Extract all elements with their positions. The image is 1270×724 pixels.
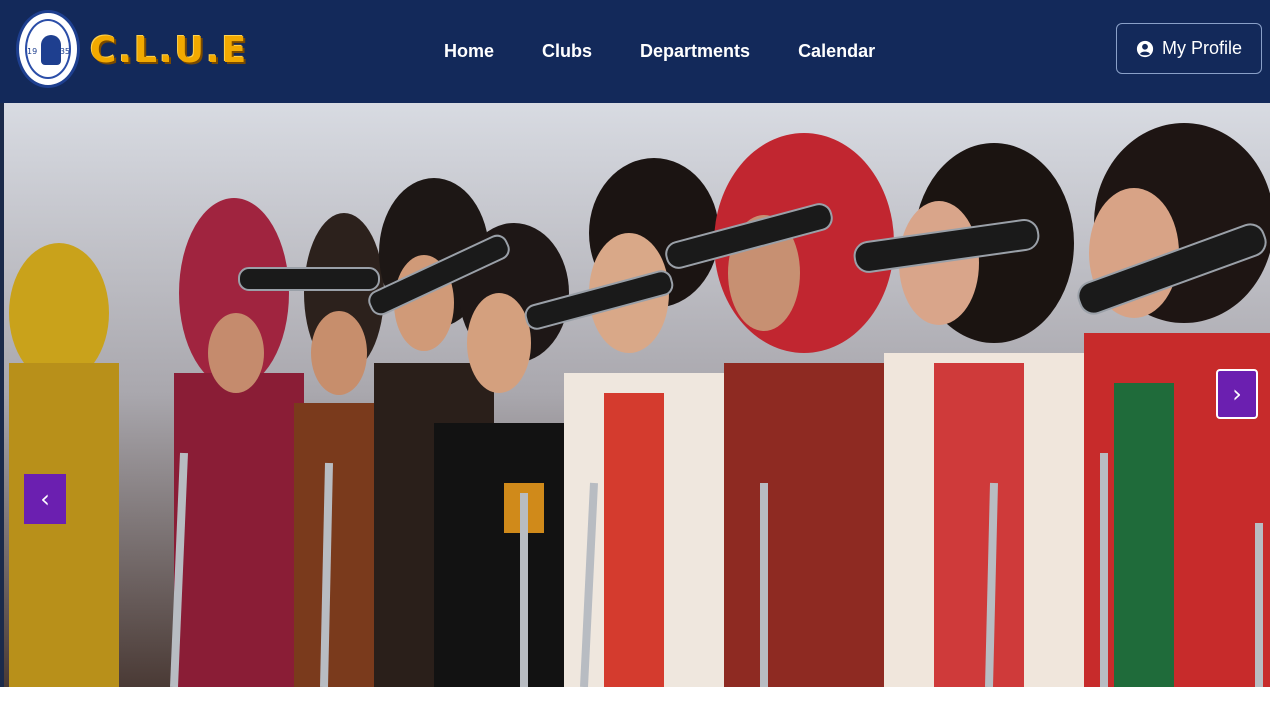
top-navbar: 19 35 C.L.U.E Home Clubs Departments Cal… bbox=[0, 0, 1270, 103]
brand-name: C.L.U.E bbox=[90, 29, 249, 71]
seal-figure bbox=[41, 35, 61, 65]
brand[interactable]: 19 35 C.L.U.E bbox=[16, 10, 248, 88]
hero-carousel: ‹ bbox=[4, 103, 1270, 687]
seal-year-right: 35 bbox=[59, 47, 70, 56]
carousel-prev-button[interactable]: ‹ bbox=[24, 474, 66, 524]
my-profile-label: My Profile bbox=[1161, 38, 1242, 58]
nav-clubs[interactable]: Clubs bbox=[542, 41, 592, 62]
nav-links: Home Clubs Departments Calendar bbox=[444, 0, 923, 103]
women-singing-at-microphones-photo bbox=[4, 103, 1270, 687]
chevron-left-icon: ‹ bbox=[40, 485, 50, 513]
carousel-next-button[interactable]: › bbox=[1216, 369, 1258, 419]
university-seal-icon: 19 35 bbox=[16, 10, 80, 88]
nav-departments[interactable]: Departments bbox=[640, 41, 750, 62]
chevron-right-icon: › bbox=[1232, 380, 1242, 408]
singer-1 bbox=[9, 243, 119, 687]
seal-year-left: 19 bbox=[27, 47, 38, 56]
nav-home[interactable]: Home bbox=[444, 41, 494, 62]
nav-calendar[interactable]: Calendar bbox=[798, 41, 875, 62]
user-circle-icon bbox=[1136, 40, 1154, 57]
my-profile-button[interactable]: My Profile bbox=[1116, 23, 1262, 74]
